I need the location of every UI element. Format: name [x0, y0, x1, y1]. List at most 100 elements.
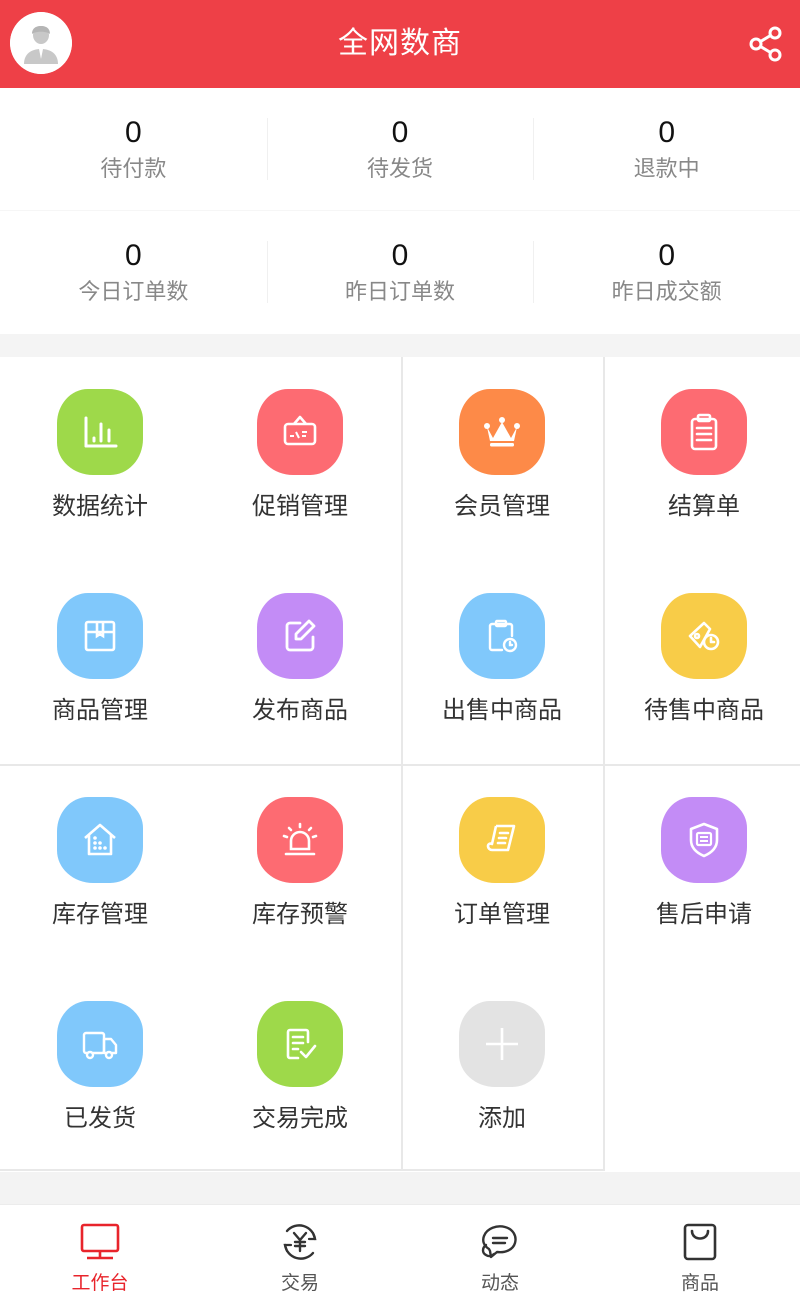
grid-item-promotion[interactable]: 促销管理 [200, 357, 400, 561]
icon-badge [257, 1001, 343, 1087]
function-grid: 数据统计 促销管理 会员管理 结算单 商品管理 发布商品 出售中商品 待售中商品… [0, 357, 800, 1172]
grid-item-inventory-management[interactable]: 库存管理 [0, 765, 200, 969]
tab-label: 动态 [480, 1272, 519, 1294]
stats-row-orders: 0 待付款 0 待发货 0 退款中 [0, 88, 800, 211]
grid-item-shipped[interactable]: 已发货 [0, 969, 200, 1173]
stats-row-summary: 0 今日订单数 0 昨日订单数 0 昨日成交额 [0, 211, 800, 334]
warehouse-icon [84, 823, 116, 856]
tab-products[interactable]: 商品 [600, 1205, 800, 1300]
stat-today-orders[interactable]: 0 今日订单数 [0, 211, 267, 334]
share-icon [749, 26, 782, 62]
grid-item-label: 待售中商品 [644, 696, 764, 724]
grid-item-inventory-alert[interactable]: 库存预警 [200, 765, 400, 969]
grid-item-transaction-complete[interactable]: 交易完成 [200, 969, 400, 1173]
stat-label: 昨日订单数 [345, 280, 456, 305]
icon-badge [661, 797, 747, 883]
section-spacer [0, 1172, 800, 1204]
shopping-bag-icon [683, 1223, 717, 1261]
clipboard-clock-icon [488, 619, 518, 653]
stat-value: 0 [391, 116, 409, 149]
monitor-icon [80, 1223, 120, 1260]
stat-label: 今日订单数 [78, 280, 189, 305]
icon-badge [57, 797, 143, 883]
grid-item-products-on-sale[interactable]: 出售中商品 [402, 561, 602, 765]
grid-item-label: 发布商品 [252, 696, 348, 724]
stat-value: 0 [124, 116, 142, 149]
grid-item-label: 数据统计 [52, 492, 148, 520]
tab-label: 交易 [280, 1272, 319, 1294]
stat-value: 0 [658, 239, 676, 272]
chat-bubbles-icon [481, 1225, 517, 1259]
grid-item-publish-product[interactable]: 发布商品 [200, 561, 400, 765]
stat-label: 退款中 [633, 157, 700, 182]
icon-badge [459, 797, 545, 883]
yuan-cycle-icon [283, 1224, 317, 1260]
stat-pending-payment[interactable]: 0 待付款 [0, 88, 267, 210]
icon-badge [257, 797, 343, 883]
page-title: 全网数商 [338, 26, 462, 61]
grid-item-label: 库存预警 [252, 900, 348, 928]
icon-badge [459, 1001, 545, 1087]
grid-item-label: 订单管理 [454, 900, 550, 928]
stat-value: 0 [391, 239, 409, 272]
icon-badge [57, 593, 143, 679]
receipt-scroll-icon [486, 824, 516, 852]
bar-chart-icon [84, 416, 118, 448]
clipboard-icon [690, 413, 718, 451]
stat-pending-shipment[interactable]: 0 待发货 [266, 88, 534, 210]
bottom-tab-bar: 工作台 交易 动态 商品 [0, 1204, 800, 1300]
grid-item-label: 结算单 [668, 492, 740, 520]
grid-item-order-management[interactable]: 订单管理 [402, 765, 602, 969]
crown-icon [484, 417, 520, 447]
grid-item-label: 出售中商品 [442, 696, 562, 724]
tab-transactions[interactable]: 交易 [200, 1205, 400, 1300]
stat-value: 0 [658, 116, 676, 149]
edit-icon [285, 619, 316, 652]
tab-label: 工作台 [71, 1272, 129, 1294]
grid-item-label: 交易完成 [252, 1104, 348, 1132]
alarm-light-icon [282, 822, 318, 856]
tab-workbench[interactable]: 工作台 [0, 1205, 200, 1300]
icon-badge [459, 593, 545, 679]
order-stats-panel: 0 待付款 0 待发货 0 退款中 0 今日订单数 0 昨日订单数 0 昨日成交… [0, 88, 800, 334]
stat-label: 昨日成交额 [611, 280, 722, 305]
icon-badge [661, 593, 747, 679]
tag-clock-icon [688, 621, 720, 651]
tab-updates[interactable]: 动态 [400, 1205, 600, 1300]
icon-badge [257, 389, 343, 475]
grid-item-member-management[interactable]: 会员管理 [402, 357, 602, 561]
icon-badge [57, 389, 143, 475]
grid-item-label: 添加 [478, 1104, 526, 1132]
grid-item-after-sales[interactable]: 售后申请 [604, 765, 800, 969]
grid-item-add[interactable]: 添加 [402, 969, 602, 1173]
stat-yesterday-turnover[interactable]: 0 昨日成交额 [533, 211, 800, 334]
app-header: 全网数商 [0, 0, 800, 88]
stat-value: 0 [124, 239, 142, 272]
tab-label: 商品 [680, 1272, 719, 1294]
stat-label: 待付款 [100, 157, 167, 182]
shield-badge-icon [689, 822, 719, 858]
grid-item-label: 会员管理 [454, 492, 550, 520]
delivery-truck-icon [82, 1031, 118, 1060]
grid-item-product-management[interactable]: 商品管理 [0, 561, 200, 765]
icon-badge [661, 389, 747, 475]
plus-icon [486, 1028, 518, 1060]
stat-refunding[interactable]: 0 退款中 [533, 88, 800, 210]
grid-item-label: 促销管理 [252, 492, 348, 520]
grid-item-products-pending-sale[interactable]: 待售中商品 [604, 561, 800, 765]
share-button[interactable] [746, 24, 786, 64]
stat-label: 待发货 [367, 157, 434, 182]
grid-item-label: 商品管理 [52, 696, 148, 724]
stat-yesterday-orders[interactable]: 0 昨日订单数 [266, 211, 534, 334]
grid-item-settlement[interactable]: 结算单 [604, 357, 800, 561]
icon-badge [57, 1001, 143, 1087]
grid-item-label: 库存管理 [52, 900, 148, 928]
checklist-icon [286, 1028, 317, 1060]
sale-sign-icon [283, 415, 317, 446]
package-icon [84, 620, 116, 652]
icon-badge [459, 389, 545, 475]
grid-item-label: 已发货 [64, 1104, 136, 1132]
grid-item-label: 售后申请 [656, 900, 752, 928]
icon-badge [257, 593, 343, 679]
grid-item-data-statistics[interactable]: 数据统计 [0, 357, 200, 561]
